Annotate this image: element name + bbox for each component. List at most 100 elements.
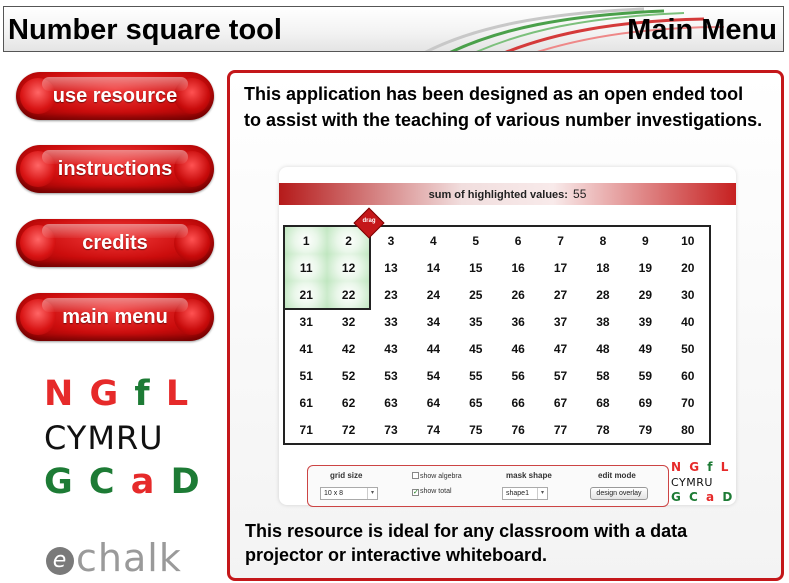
app-title: Number square tool [8,14,282,46]
grid-cell[interactable]: 73 [370,416,412,443]
grid-cell[interactable]: 74 [412,416,454,443]
grid-cell[interactable]: 39 [624,308,666,335]
grid-cell[interactable]: 46 [497,335,539,362]
grid-cell[interactable]: 34 [412,308,454,335]
grid-row: 71 72 73 74 75 76 77 78 79 80 [285,416,709,443]
grid-cell[interactable]: 64 [412,389,454,416]
grid-cell[interactable]: 62 [327,389,369,416]
grid-cell[interactable]: 45 [455,335,497,362]
show-total-label: show total [420,488,452,495]
grid-cell[interactable]: 14 [412,254,454,281]
grid-cell[interactable]: 17 [539,254,581,281]
grid-cell[interactable]: 54 [412,362,454,389]
grid-cell-highlighted[interactable]: 11 [285,254,328,281]
grid-cell[interactable]: 31 [285,308,327,335]
grid-cell[interactable]: 20 [667,254,709,281]
grid-cell[interactable]: 49 [624,335,666,362]
grid-cell[interactable]: 56 [497,362,539,389]
grid-cell[interactable]: 48 [582,335,624,362]
grid-cell[interactable]: 4 [412,227,454,254]
grid-cell[interactable]: 25 [455,281,497,308]
grid-cell[interactable]: 6 [497,227,539,254]
grid-cell[interactable]: 41 [285,335,327,362]
grid-cell[interactable]: 36 [497,308,539,335]
grid-cell[interactable]: 47 [539,335,581,362]
grid-cell[interactable]: 70 [667,389,709,416]
grid-cell[interactable]: 35 [455,308,497,335]
grid-cell[interactable]: 71 [285,416,327,443]
grid-cell[interactable]: 37 [539,308,581,335]
grid-cell[interactable]: 43 [370,335,412,362]
design-overlay-button[interactable]: design overlay [590,487,648,500]
grid-cell[interactable]: 53 [370,362,412,389]
use-resource-button[interactable]: use resource [16,72,214,120]
grid-cell[interactable]: 78 [582,416,624,443]
mini-gcad-row: G C a D [671,490,732,505]
grid-cell[interactable]: 58 [582,362,624,389]
grid-cell[interactable]: 80 [667,416,709,443]
use-resource-label: use resource [52,85,178,107]
credits-button[interactable]: credits [16,219,214,267]
mask-shape-select[interactable]: shape1 ▾ [502,487,548,500]
grid-cell[interactable]: 23 [370,281,412,308]
sum-value: 55 [573,187,587,201]
grid-cell[interactable]: 16 [497,254,539,281]
grid-cell[interactable]: 33 [370,308,412,335]
grid-cell[interactable]: 75 [455,416,497,443]
grid-cell[interactable]: 13 [370,254,412,281]
grid-cell[interactable]: 28 [582,281,624,308]
grid-cell[interactable]: 5 [455,227,497,254]
grid-cell[interactable]: 51 [285,362,327,389]
show-algebra-checkbox[interactable]: show algebra [412,472,462,480]
grid-cell[interactable]: 18 [582,254,624,281]
grid-cell[interactable]: 26 [497,281,539,308]
show-total-checkbox[interactable]: ✓show total [412,488,452,496]
grid-cell[interactable]: 32 [327,308,369,335]
grid-cell[interactable]: 10 [667,227,709,254]
grid-cell[interactable]: 52 [327,362,369,389]
grid-cell[interactable]: 7 [539,227,581,254]
grid-size-select[interactable]: 10 x 8 ▾ [320,487,378,500]
grid-cell[interactable]: 30 [667,281,709,308]
grid-cell[interactable]: 29 [624,281,666,308]
grid-cell[interactable]: 27 [539,281,581,308]
grid-cell[interactable]: 61 [285,389,327,416]
grid-cell[interactable]: 68 [582,389,624,416]
grid-cell[interactable]: 72 [327,416,369,443]
grid-cell[interactable]: 55 [455,362,497,389]
echalk-logo: e chalk [46,536,182,580]
grid-cell[interactable]: 38 [582,308,624,335]
grid-cell[interactable]: 59 [624,362,666,389]
grid-cell[interactable]: 24 [412,281,454,308]
logo-letter: D [170,462,202,502]
instructions-button[interactable]: instructions [16,145,214,193]
sum-bar: sum of highlighted values: 55 [279,183,736,205]
number-grid[interactable]: 1 2 3 4 5 6 7 8 9 10 11 12 13 14 15 16 17 18 19 20 21 22 23 24 2… [283,225,711,445]
grid-cell[interactable]: 44 [412,335,454,362]
logo-letter: L [165,374,191,414]
grid-cell[interactable]: 50 [667,335,709,362]
mini-cymru-row: CYMRU [671,476,713,489]
grid-cell[interactable]: 60 [667,362,709,389]
grid-cell[interactable]: 77 [539,416,581,443]
grid-cell[interactable]: 42 [327,335,369,362]
grid-cell[interactable]: 57 [539,362,581,389]
grid-cell[interactable]: 65 [455,389,497,416]
grid-cell-highlighted[interactable]: 12 [327,254,370,281]
grid-cell[interactable]: 76 [497,416,539,443]
grid-cell[interactable]: 79 [624,416,666,443]
grid-cell[interactable]: 69 [624,389,666,416]
grid-cell[interactable]: 40 [667,308,709,335]
grid-cell[interactable]: 8 [582,227,624,254]
grid-cell[interactable]: 19 [624,254,666,281]
main-menu-button[interactable]: main menu [16,293,214,341]
content-panel: This application has been designed as an… [227,70,784,581]
grid-cell[interactable]: 9 [624,227,666,254]
grid-cell-highlighted[interactable]: 22 [327,281,370,308]
grid-cell-highlighted[interactable]: 21 [285,281,328,308]
grid-cell[interactable]: 67 [539,389,581,416]
grid-cell[interactable]: 63 [370,389,412,416]
grid-cell[interactable]: 15 [455,254,497,281]
grid-cell-highlighted[interactable]: 1 [285,227,328,254]
grid-cell[interactable]: 66 [497,389,539,416]
